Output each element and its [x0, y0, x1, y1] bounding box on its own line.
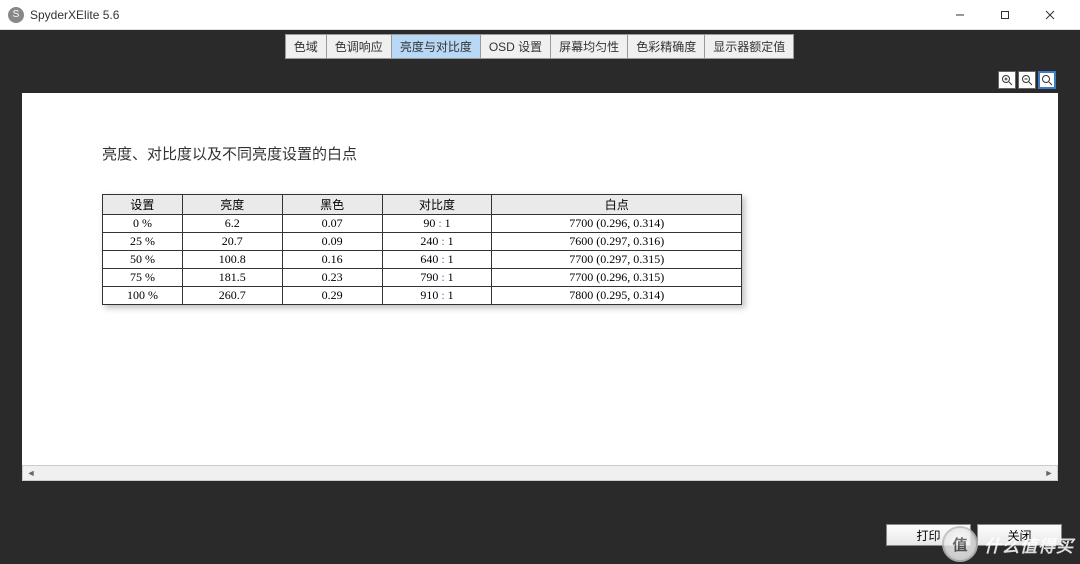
th-setting: 设置	[103, 195, 183, 215]
zoom-in-button[interactable]	[998, 71, 1016, 89]
td-contrast: 910:1	[382, 287, 492, 305]
watermark: 值 什么值得买	[942, 526, 1074, 562]
tab-4[interactable]: 屏幕均匀性	[550, 34, 628, 59]
th-white-point: 白点	[492, 195, 742, 215]
tab-strip: 色域色调响应亮度与对比度OSD 设置屏幕均匀性色彩精确度显示器额定值	[4, 34, 1076, 59]
td-brightness: 260.7	[182, 287, 282, 305]
td-setting: 50 %	[103, 251, 183, 269]
td-white-point: 7700 (0.296, 0.314)	[492, 215, 742, 233]
table-row: 0 %6.20.0790:17700 (0.296, 0.314)	[103, 215, 742, 233]
content-frame: 亮度、对比度以及不同亮度设置的白点 设置 亮度 黑色 对比度 白点 0 %6.2…	[4, 59, 1076, 481]
td-brightness: 20.7	[182, 233, 282, 251]
th-contrast: 对比度	[382, 195, 492, 215]
table-row: 50 %100.80.16640:17700 (0.297, 0.315)	[103, 251, 742, 269]
tab-2[interactable]: 亮度与对比度	[391, 34, 481, 59]
td-black: 0.23	[282, 269, 382, 287]
td-white-point: 7600 (0.297, 0.316)	[492, 233, 742, 251]
data-table: 设置 亮度 黑色 对比度 白点 0 %6.20.0790:17700 (0.29…	[102, 194, 742, 305]
td-contrast: 640:1	[382, 251, 492, 269]
td-setting: 25 %	[103, 233, 183, 251]
window-controls	[937, 1, 1072, 29]
table-row: 25 %20.70.09240:17600 (0.297, 0.316)	[103, 233, 742, 251]
td-white-point: 7800 (0.295, 0.314)	[492, 287, 742, 305]
app-icon: S	[8, 7, 24, 23]
td-setting: 75 %	[103, 269, 183, 287]
td-contrast: 90:1	[382, 215, 492, 233]
th-brightness: 亮度	[182, 195, 282, 215]
table-row: 100 %260.70.29910:17800 (0.295, 0.314)	[103, 287, 742, 305]
td-setting: 0 %	[103, 215, 183, 233]
td-setting: 100 %	[103, 287, 183, 305]
td-brightness: 181.5	[182, 269, 282, 287]
tab-3[interactable]: OSD 设置	[480, 34, 551, 59]
titlebar: S SpyderXElite 5.6	[0, 0, 1080, 30]
tab-6[interactable]: 显示器额定值	[704, 34, 794, 59]
td-contrast: 790:1	[382, 269, 492, 287]
scroll-right-arrow[interactable]: ►	[1041, 466, 1057, 480]
td-brightness: 100.8	[182, 251, 282, 269]
zoom-fit-button[interactable]	[1038, 71, 1056, 89]
window-title: SpyderXElite 5.6	[30, 8, 937, 22]
maximize-button[interactable]	[982, 1, 1027, 29]
td-black: 0.29	[282, 287, 382, 305]
page-heading: 亮度、对比度以及不同亮度设置的白点	[102, 143, 978, 164]
tab-0[interactable]: 色域	[285, 34, 327, 59]
table-row: 75 %181.50.23790:17700 (0.296, 0.315)	[103, 269, 742, 287]
tab-5[interactable]: 色彩精确度	[627, 34, 705, 59]
td-black: 0.07	[282, 215, 382, 233]
td-black: 0.16	[282, 251, 382, 269]
td-white-point: 7700 (0.297, 0.315)	[492, 251, 742, 269]
watermark-text: 什么值得买	[984, 532, 1074, 557]
td-contrast: 240:1	[382, 233, 492, 251]
table-header-row: 设置 亮度 黑色 对比度 白点	[103, 195, 742, 215]
zoom-toolbar	[22, 67, 1058, 93]
horizontal-scrollbar[interactable]: ◄ ►	[22, 465, 1058, 481]
watermark-badge: 值	[942, 526, 978, 562]
close-button[interactable]	[1027, 1, 1072, 29]
tab-1[interactable]: 色调响应	[326, 34, 392, 59]
minimize-button[interactable]	[937, 1, 982, 29]
td-brightness: 6.2	[182, 215, 282, 233]
td-black: 0.09	[282, 233, 382, 251]
report-panel: 亮度、对比度以及不同亮度设置的白点 设置 亮度 黑色 对比度 白点 0 %6.2…	[22, 93, 1058, 465]
td-white-point: 7700 (0.296, 0.315)	[492, 269, 742, 287]
th-black: 黑色	[282, 195, 382, 215]
app-body: 色域色调响应亮度与对比度OSD 设置屏幕均匀性色彩精确度显示器额定值 亮度、对比…	[0, 30, 1080, 564]
zoom-out-button[interactable]	[1018, 71, 1036, 89]
scroll-left-arrow[interactable]: ◄	[23, 466, 39, 480]
